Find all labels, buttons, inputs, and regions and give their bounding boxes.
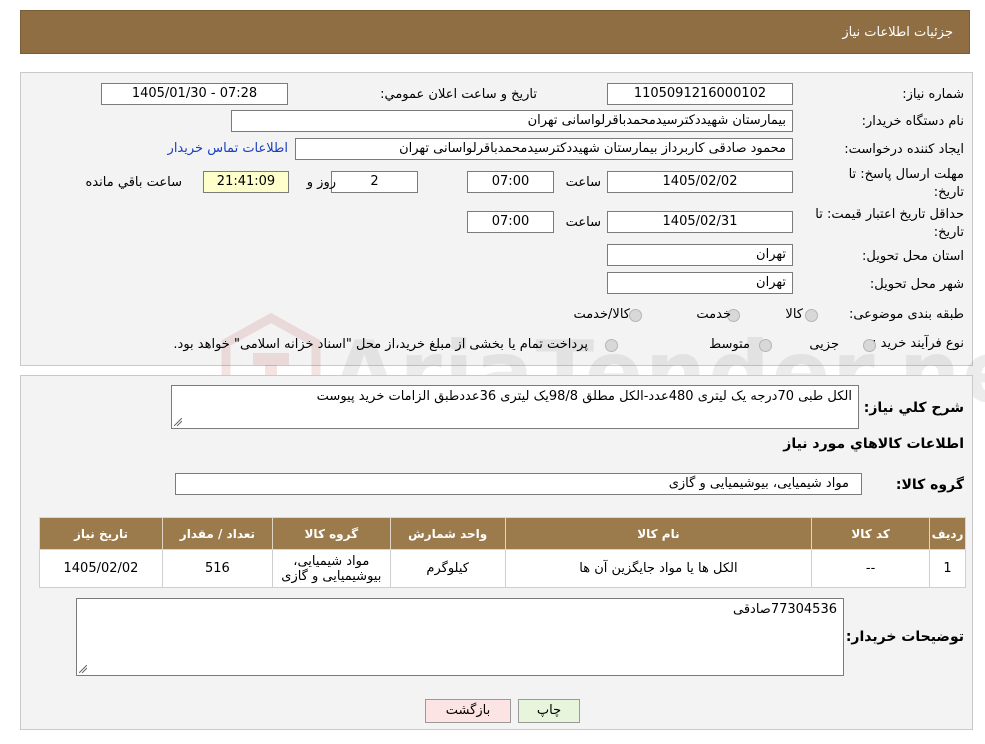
goods-table: رديف کد کالا نام کالا واحد شمارش گروه کا… — [39, 517, 966, 588]
buyer-org-field: بیمارستان شهیددکترسیدمحمدباقرلواسانی تهر… — [231, 110, 793, 132]
process-radio-minor[interactable] — [863, 339, 876, 352]
col-unit: واحد شمارش — [389, 517, 506, 550]
buyer-notes-label: توضيحات خريدار: — [845, 629, 964, 645]
category-radio-goods-service[interactable] — [629, 309, 642, 322]
col-code: کد کالا — [811, 517, 931, 550]
col-need-date: تاريخ نياز — [39, 517, 163, 550]
col-name: نام کالا — [504, 517, 813, 550]
validity-time-label: ساعت — [565, 215, 601, 230]
resize-handle-icon[interactable] — [174, 418, 182, 426]
process-option-medium: متوسط — [709, 337, 750, 352]
deadline-date-field: 1405/02/02 — [607, 171, 793, 193]
goods-group-text: مواد شیمیایی، بیوشیمیایی و گازی — [668, 476, 849, 491]
category-option-service: خدمت — [696, 307, 731, 322]
announce-label: تاريخ و ساعت اعلان عمومي: — [380, 87, 537, 102]
remaining-time-label: ساعت باقي مانده — [85, 175, 182, 190]
cell-need-date: 1405/02/02 — [39, 549, 163, 588]
goods-table-header: رديف کد کالا نام کالا واحد شمارش گروه کا… — [39, 517, 966, 550]
need-number-label: شماره نياز: — [902, 87, 964, 102]
deadline-label-date: تاريخ: — [933, 185, 964, 200]
description-label: شرح کلي نياز: — [863, 400, 964, 416]
validity-time-field: 07:00 — [467, 211, 554, 233]
remaining-time-field: 21:41:09 — [203, 171, 289, 193]
process-radio-treasury[interactable] — [605, 339, 618, 352]
days-remaining-field: 2 — [331, 171, 418, 193]
validity-label: حداقل تاريخ اعتبار قيمت: تا — [815, 207, 964, 222]
process-note: پرداخت تمام یا بخشی از مبلغ خرید،از محل … — [173, 337, 588, 352]
category-option-goods: کالا — [785, 307, 803, 322]
goods-group-label: گروه کالا: — [895, 477, 964, 493]
goods-group-field: مواد شیمیایی، بیوشیمیایی و گازی — [175, 473, 862, 495]
province-field: تهران — [607, 244, 793, 266]
description-textarea[interactable]: الکل طبی 70درجه یک لیتری 480عدد-الکل مطل… — [171, 385, 859, 429]
need-info-panel: AriaTender.neT شماره نياز: 1105091216000… — [20, 72, 985, 438]
city-label: شهر محل تحويل: — [869, 277, 964, 292]
description-text: الکل طبی 70درجه یک لیتری 480عدد-الکل مطل… — [316, 389, 852, 404]
col-group: گروه کالا — [271, 517, 391, 550]
cell-unit: کیلوگرم — [389, 549, 506, 588]
process-option-minor: جزیی — [809, 337, 839, 352]
deadline-label: مهلت ارسال پاسخ: تا — [848, 167, 964, 182]
buyer-notes-text: 77304536صادقی — [732, 602, 837, 617]
category-radio-goods[interactable] — [805, 309, 818, 322]
validity-label-date: تاريخ: — [933, 225, 964, 240]
process-label: نوع فرآيند خريد : — [872, 336, 964, 351]
category-label: طبقه بندی موضوعی: — [848, 307, 964, 322]
cell-group: مواد شیمیایی، بیوشیمیایی و گازی — [271, 549, 391, 588]
page-header: جزئيات اطلاعات نياز — [20, 10, 970, 54]
need-number-field: 1105091216000102 — [607, 83, 793, 105]
need-details-panel: شرح کلي نياز: الکل طبی 70درجه یک لیتری 4… — [20, 375, 973, 730]
cell-row: 1 — [929, 549, 966, 588]
back-button[interactable]: بازگشت — [425, 699, 511, 723]
buyer-notes-textarea[interactable]: 77304536صادقی — [76, 598, 844, 676]
col-quantity: تعداد / مقدار — [161, 517, 273, 550]
cell-quantity: 516 — [161, 549, 273, 588]
category-option-goods-service: کالا/خدمت — [573, 307, 630, 322]
creator-label: ايجاد کننده درخواست: — [844, 142, 964, 157]
cell-code: -- — [811, 549, 931, 588]
deadline-time-field: 07:00 — [467, 171, 554, 193]
buyer-org-label: نام دستگاه خريدار: — [861, 114, 964, 129]
cell-name: الکل ها یا مواد جایگزین آن ها — [504, 549, 813, 588]
validity-date-field: 1405/02/31 — [607, 211, 793, 233]
table-row: 1 -- الکل ها یا مواد جایگزین آن ها کیلوگ… — [39, 549, 966, 588]
process-radio-medium[interactable] — [759, 339, 772, 352]
col-row: رديف — [929, 517, 966, 550]
city-field: تهران — [607, 272, 793, 294]
days-label: روز و — [306, 175, 336, 190]
print-button[interactable]: چاپ — [518, 699, 580, 723]
goods-info-title: اطلاعات کالاهاي مورد نياز — [783, 436, 964, 452]
province-label: استان محل تحويل: — [862, 249, 964, 264]
deadline-time-label: ساعت — [565, 175, 601, 190]
buyer-contact-link[interactable]: اطلاعات تماس خريدار — [168, 141, 288, 156]
announce-datetime-field: 1405/01/30 - 07:28 — [101, 83, 288, 105]
resize-handle-icon[interactable] — [79, 665, 87, 673]
creator-field: محمود صادقی کاربرداز بیمارستان شهیددکترس… — [295, 138, 793, 160]
page-title: جزئيات اطلاعات نياز — [842, 25, 953, 40]
